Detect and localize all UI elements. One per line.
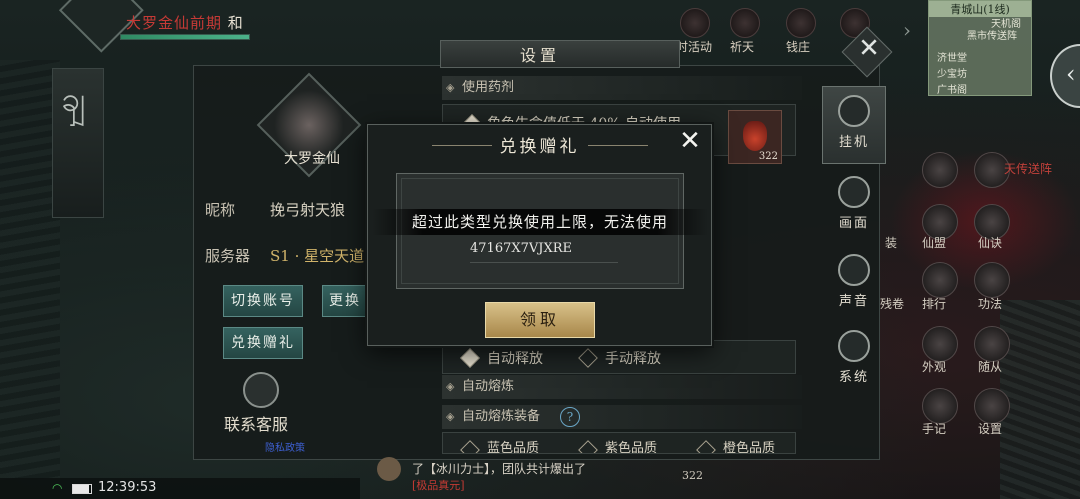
guild-label: 仙盟 <box>922 236 947 250</box>
limited-event-icon[interactable] <box>680 8 710 38</box>
player-title: 大罗金仙前期 和 <box>126 12 244 33</box>
potion-icon <box>743 121 767 151</box>
redeem-code-input[interactable] <box>400 236 680 260</box>
hourglass-icon <box>838 95 870 127</box>
money-shop-label: 钱庄 <box>786 40 811 54</box>
minimap-label: 天机阁 <box>991 19 1021 30</box>
minimap[interactable]: 青城山(1线) 黑市传送阵 天机阁 济世堂 少宝坊 广书阁 <box>928 0 1032 96</box>
player-hp-fill <box>121 35 249 39</box>
minimap-label: 广书阁 <box>937 85 967 96</box>
potion-slot[interactable]: 322 <box>728 110 782 164</box>
manual-release-label[interactable]: 手动释放 <box>605 348 661 368</box>
tab-system[interactable]: 系统 <box>822 322 886 400</box>
battery-icon <box>72 484 92 494</box>
appearance-icon[interactable] <box>922 326 958 362</box>
follower-label: 随从 <box>978 360 1003 374</box>
player-title-text: 大罗金仙前期 <box>126 14 223 32</box>
blue-quality-checkbox[interactable] <box>460 440 480 453</box>
tab-graphics-label: 画面 <box>838 216 869 231</box>
settings-menu-label: 设置 <box>978 422 1003 436</box>
redeem-gift-button[interactable]: 兑换赠礼 <box>223 327 303 359</box>
help-icon[interactable]: ? <box>560 407 580 427</box>
minimap-label: 济世堂 <box>937 53 967 64</box>
chat-message[interactable]: 了【冰川力士】，团队共计爆出了 <box>412 460 586 477</box>
player-hp-bar <box>120 34 250 40</box>
close-icon: ✕ <box>679 126 701 156</box>
error-toast: 超过此类型兑换使用上限，无法使用 <box>411 213 668 231</box>
auto-release-label[interactable]: 自动释放 <box>487 348 543 368</box>
chat-item-link[interactable]: [极品真元] <box>412 477 465 493</box>
tab-sound[interactable]: 声音 <box>822 246 886 324</box>
orange-quality-checkbox[interactable] <box>696 440 716 453</box>
prayer-icon[interactable] <box>730 8 760 38</box>
blue-quality-label: 蓝色品质 <box>487 441 540 454</box>
settings-icon[interactable] <box>974 388 1010 424</box>
minimap-label: 少宝坊 <box>937 69 967 80</box>
claim-button[interactable]: 领取 <box>485 302 595 338</box>
purple-quality-checkbox[interactable] <box>578 440 598 453</box>
money-shop-icon[interactable] <box>786 8 816 38</box>
customer-service-icon[interactable] <box>243 372 279 408</box>
teleport-label: 天传送阵 <box>1004 162 1053 176</box>
manual-release-radio[interactable] <box>578 348 598 368</box>
ear-icon <box>838 254 870 286</box>
left-scroll-panel[interactable]: ꩾ <box>52 68 104 218</box>
nickname-label: 昵称 <box>205 201 236 219</box>
graphics-icon <box>838 176 870 208</box>
nickname-value: 挽弓射天狼 <box>270 201 346 219</box>
privacy-link[interactable]: 隐私政策 <box>265 439 305 454</box>
ranking-label: 排行 <box>922 297 947 311</box>
auto-refine-header: 自动熔炼 <box>442 375 802 399</box>
server-label: 服务器 <box>205 247 251 265</box>
settings-title: 设置 <box>519 46 560 65</box>
profile-realm: 大罗金仙 <box>284 151 340 167</box>
server-value: S1 · 星空天道 <box>270 247 365 265</box>
tab-idle-label: 挂机 <box>838 135 869 150</box>
skill-icon[interactable] <box>974 262 1010 298</box>
clock: 12:39:53 <box>98 480 157 495</box>
change-button[interactable]: 更换 <box>322 285 368 317</box>
bottom-counter: 322 <box>682 469 703 482</box>
scroll-glyph-icon: ꩾ <box>61 80 86 120</box>
potion-count: 322 <box>758 151 778 162</box>
wifi-icon: ◠ <box>52 481 63 495</box>
chevron-left-icon: ‹ <box>1066 60 1076 88</box>
auto-release-radio[interactable] <box>460 348 480 368</box>
dialog-title: 兑换赠礼 <box>499 137 580 157</box>
fragment-label: 残卷 <box>880 297 905 311</box>
prayer-label: 祈天 <box>730 40 755 54</box>
notes-label: 手记 <box>922 422 947 436</box>
input-underline <box>470 262 618 263</box>
chat-avatar <box>377 457 401 481</box>
left-building-decor <box>0 60 60 480</box>
tab-sound-label: 声音 <box>838 294 869 309</box>
orange-quality-label: 橙色品质 <box>723 441 776 454</box>
switch-account-button[interactable]: 切换账号 <box>223 285 303 317</box>
auto-refine-equip-header: 自动熔炼装备 <box>442 405 802 429</box>
appearance-label: 外观 <box>922 360 947 374</box>
ranking-icon[interactable] <box>922 262 958 298</box>
partial-label: 装 <box>885 236 898 250</box>
tab-graphics[interactable]: 画面 <box>822 168 886 246</box>
dialog-close-button[interactable]: ✕ <box>676 128 704 156</box>
customer-service-label[interactable]: 联系客服 <box>224 411 288 435</box>
use-potion-header: 使用药剂 <box>442 76 802 100</box>
follower-icon[interactable] <box>974 326 1010 362</box>
notes-icon[interactable] <box>922 388 958 424</box>
art-label: 仙诀 <box>978 236 1003 250</box>
feature-icon[interactable] <box>922 152 958 188</box>
battery-level <box>73 485 90 493</box>
tab-idle[interactable]: 挂机 <box>822 86 886 164</box>
player-tag: 和 <box>227 14 244 32</box>
gear-icon <box>838 330 870 362</box>
right-building-decor <box>1000 300 1080 499</box>
tab-system-label: 系统 <box>838 370 869 385</box>
purple-quality-label: 紫色品质 <box>605 441 658 454</box>
expand-arrow-icon[interactable]: › <box>903 18 911 42</box>
close-icon: ✕ <box>858 33 880 64</box>
quality-row: 蓝色品质 紫色品质 橙色品质 <box>442 432 796 454</box>
skill-label: 功法 <box>978 297 1003 311</box>
